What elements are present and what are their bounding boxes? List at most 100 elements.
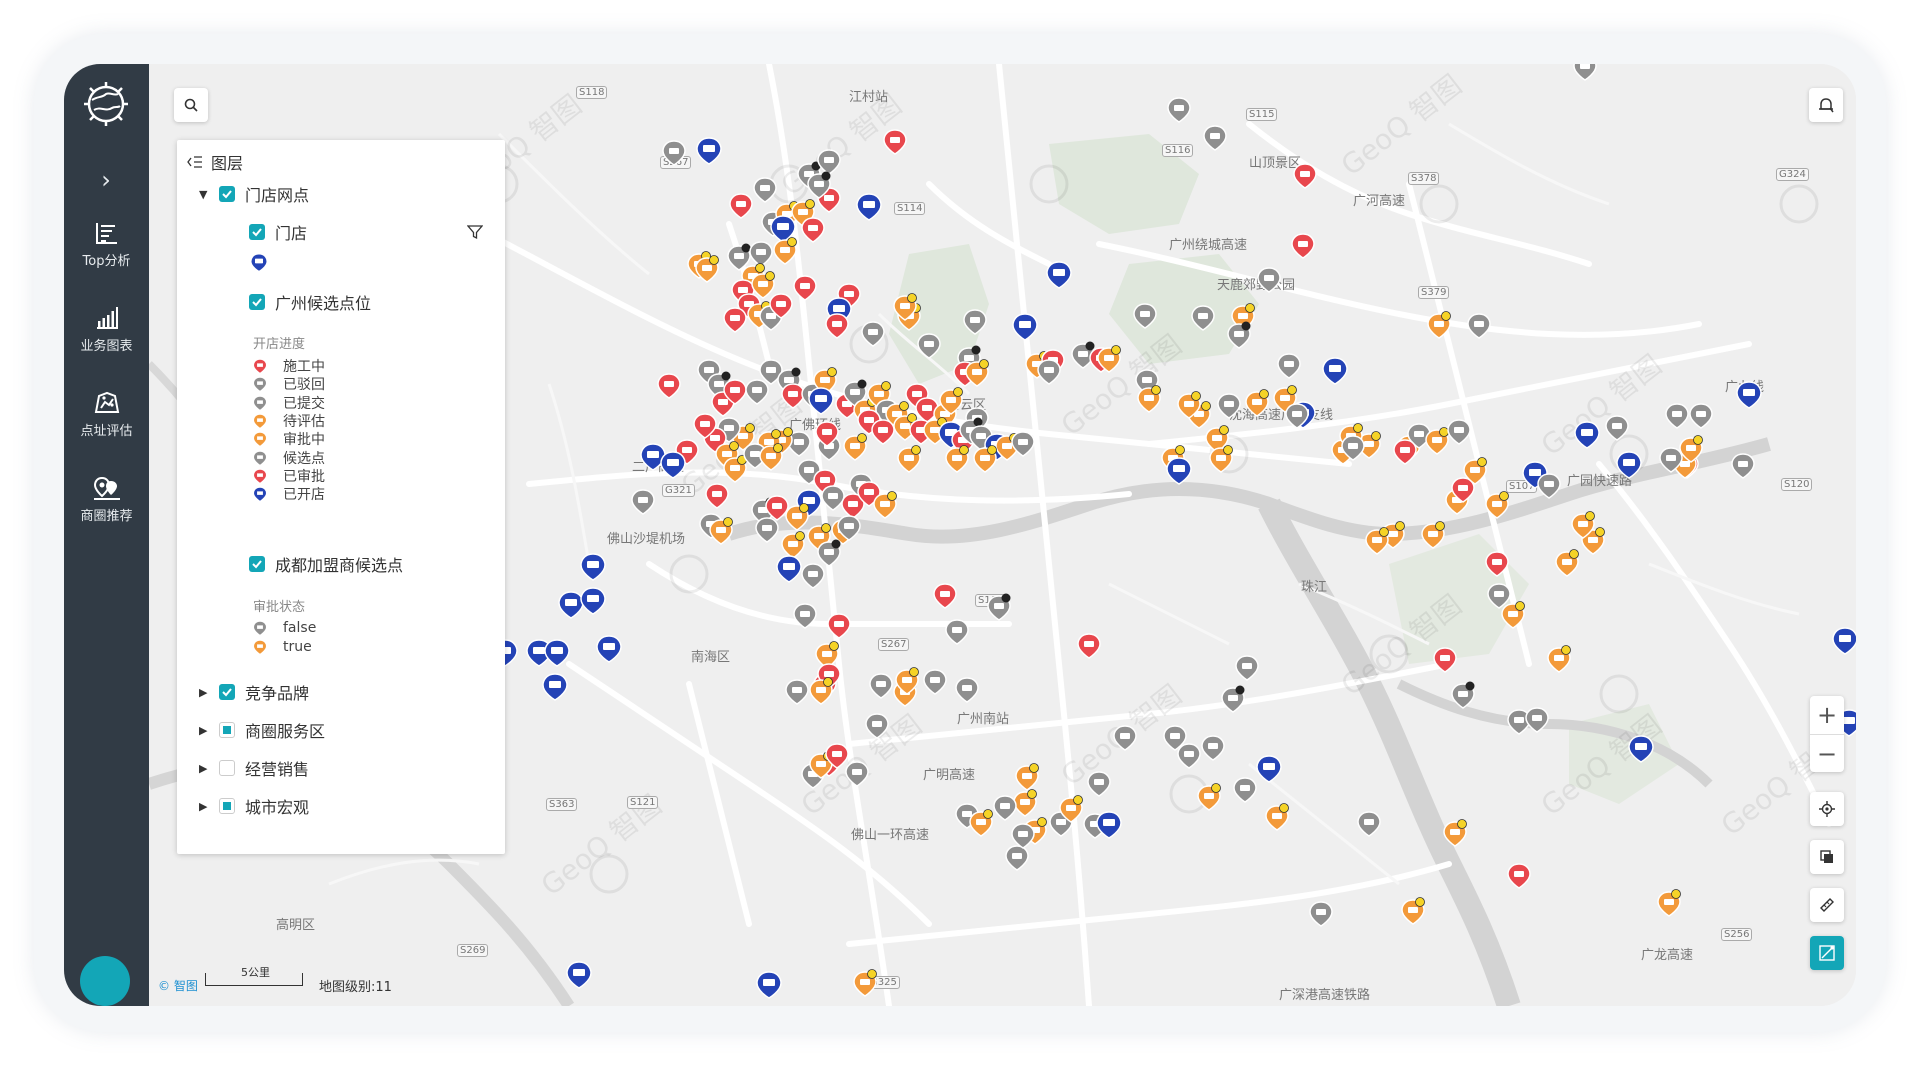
zoom-in-button[interactable]: + (1810, 696, 1844, 734)
map-marker[interactable] (869, 673, 893, 699)
map-marker[interactable] (1166, 457, 1192, 485)
map-marker[interactable] (723, 307, 747, 333)
map-marker[interactable] (1443, 818, 1468, 847)
map-marker[interactable] (883, 129, 907, 155)
map-marker[interactable] (1547, 644, 1572, 673)
map-marker[interactable] (1665, 403, 1689, 429)
map-marker[interactable] (1087, 771, 1111, 797)
map-marker[interactable] (1433, 647, 1457, 673)
map-marker[interactable] (1257, 267, 1281, 293)
map-marker[interactable] (566, 961, 592, 989)
map-marker[interactable] (1555, 548, 1580, 577)
layer-panel-header[interactable]: 图层 (187, 150, 243, 174)
map-marker[interactable] (853, 968, 878, 997)
map-marker[interactable] (933, 583, 957, 609)
map-marker[interactable] (1421, 520, 1446, 549)
map-marker[interactable] (843, 432, 868, 461)
map-marker[interactable] (987, 592, 1012, 621)
map-marker[interactable] (955, 677, 979, 703)
map-marker[interactable] (1507, 863, 1531, 889)
map-marker[interactable] (1291, 233, 1315, 259)
map-canvas[interactable]: GeoQ 智图 GeoQ 智图 GeoQ 智图 GeoQ 智图 GeoQ 智图 … (149, 64, 1856, 1006)
map-marker[interactable] (1077, 633, 1101, 659)
map-marker[interactable] (973, 444, 998, 473)
caret-right-icon[interactable]: ▶ (199, 762, 211, 775)
map-marker[interactable] (1177, 743, 1201, 769)
map-marker[interactable] (963, 309, 987, 335)
map-marker[interactable] (544, 639, 570, 667)
caret-down-icon[interactable]: ▼ (199, 188, 211, 201)
map-marker[interactable] (729, 193, 753, 219)
map-marker[interactable] (1227, 320, 1252, 349)
map-marker[interactable] (1233, 777, 1257, 803)
draw-area-button[interactable] (1810, 936, 1844, 970)
map-marker[interactable] (1501, 600, 1526, 629)
map-marker[interactable] (1485, 490, 1510, 519)
map-marker[interactable] (1201, 735, 1225, 761)
map-marker[interactable] (542, 673, 568, 701)
map-marker[interactable] (1293, 163, 1317, 189)
map-marker[interactable] (558, 591, 584, 619)
map-marker[interactable] (1322, 357, 1348, 385)
map-marker[interactable] (1537, 473, 1561, 499)
map-marker[interactable] (1393, 439, 1417, 465)
caret-right-icon[interactable]: ▶ (199, 800, 211, 813)
map-marker[interactable] (1832, 627, 1856, 655)
map-marker[interactable] (1689, 403, 1713, 429)
map-marker[interactable] (1467, 313, 1491, 339)
map-marker[interactable] (825, 313, 849, 339)
caret-right-icon[interactable]: ▶ (199, 686, 211, 699)
map-marker[interactable] (808, 387, 834, 415)
map-marker[interactable] (785, 502, 810, 531)
map-marker[interactable] (1235, 655, 1259, 681)
map-marker[interactable] (821, 485, 845, 511)
map-marker[interactable] (1005, 845, 1029, 871)
map-marker[interactable] (662, 140, 686, 166)
map-marker[interactable] (1731, 453, 1755, 479)
map-marker[interactable] (1605, 415, 1629, 441)
nav-top-analysis[interactable]: Top分析 (64, 220, 149, 290)
map-search-button[interactable] (174, 88, 208, 122)
map-marker[interactable] (923, 669, 947, 695)
layer-group-trade-area[interactable]: ▶ 商圈服务区 (199, 718, 325, 742)
layers-switch-button[interactable] (1810, 840, 1844, 874)
map-marker[interactable] (1197, 782, 1222, 811)
notification-button[interactable] (1809, 88, 1843, 122)
map-marker[interactable] (1309, 901, 1333, 927)
map-marker[interactable] (657, 373, 681, 399)
map-marker[interactable] (1736, 381, 1762, 409)
sublayer-guangzhou[interactable]: 广州候选点位 (249, 290, 371, 314)
map-marker[interactable] (1012, 313, 1038, 341)
map-marker[interactable] (785, 679, 809, 705)
map-marker[interactable] (773, 236, 798, 265)
map-marker[interactable] (1451, 680, 1476, 709)
map-marker[interactable] (793, 275, 817, 301)
map-marker[interactable] (756, 971, 782, 999)
map-marker[interactable] (1167, 97, 1191, 123)
map-marker[interactable] (1657, 888, 1682, 917)
layer-checkbox-trade-area[interactable] (219, 722, 235, 738)
map-marker[interactable] (1573, 64, 1597, 81)
map-marker[interactable] (596, 635, 622, 663)
map-marker[interactable] (801, 563, 825, 589)
layer-checkbox-competitors[interactable] (219, 684, 235, 700)
map-marker[interactable] (1191, 305, 1215, 331)
map-marker[interactable] (1265, 802, 1290, 831)
map-marker[interactable] (631, 489, 655, 515)
map-marker[interactable] (861, 321, 885, 347)
layer-checkbox-city-macro[interactable] (219, 798, 235, 814)
map-marker[interactable] (1133, 303, 1157, 329)
nav-business-chart[interactable]: 业务图表 (64, 305, 149, 375)
map-marker[interactable] (776, 555, 802, 583)
map-marker[interactable] (1427, 310, 1452, 339)
map-marker[interactable] (781, 530, 806, 559)
map-marker[interactable] (753, 177, 777, 203)
map-marker[interactable] (749, 241, 773, 267)
map-marker[interactable] (727, 242, 752, 271)
map-marker[interactable] (827, 613, 851, 639)
layer-group-stores[interactable]: ▼ 门店网点 (199, 182, 309, 206)
map-marker[interactable] (1203, 125, 1227, 151)
map-marker[interactable] (755, 517, 779, 543)
sublayer-checkbox-guangzhou[interactable] (249, 294, 265, 310)
map-marker[interactable] (660, 451, 686, 479)
